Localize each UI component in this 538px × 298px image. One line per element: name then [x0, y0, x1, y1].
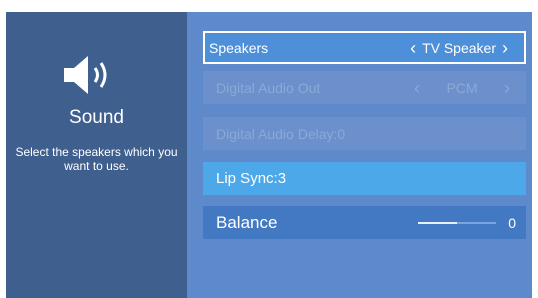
- page-title: Sound: [69, 107, 124, 128]
- balance-slider[interactable]: [418, 221, 497, 224]
- balance-value: 0: [508, 214, 516, 231]
- speakers-value: TV Speaker: [422, 39, 496, 56]
- speakers-setting-row[interactable]: Speakers ‹ TV Speaker ›: [203, 31, 526, 64]
- page-description: Select the speakers which you want to us…: [15, 145, 178, 173]
- balance-row[interactable]: Balance 0: [203, 206, 526, 239]
- left-info-panel: Sound Select the speakers which you want…: [6, 12, 187, 298]
- speaker-volume-icon: [64, 56, 107, 94]
- chevron-left-icon[interactable]: ‹: [404, 39, 422, 57]
- settings-panel: Speakers ‹ TV Speaker › Digital Audio Ou…: [187, 12, 532, 298]
- chevron-left-icon: ‹: [414, 77, 420, 98]
- digital-audio-delay-label: Digital Audio Delay:0: [216, 125, 346, 142]
- chevron-right-icon[interactable]: ›: [496, 39, 514, 57]
- digital-audio-out-label: Digital Audio Out: [216, 79, 321, 96]
- balance-label: Balance: [216, 212, 278, 232]
- lip-sync-row[interactable]: Lip Sync:3: [203, 162, 526, 195]
- sound-settings-window: Sound Select the speakers which you want…: [6, 12, 532, 298]
- balance-slider-fill: [418, 221, 458, 224]
- speakers-label: Speakers: [209, 39, 269, 56]
- chevron-right-icon: ›: [504, 77, 510, 98]
- digital-audio-delay-row: Digital Audio Delay:0: [203, 117, 526, 150]
- digital-audio-out-value: PCM: [446, 79, 478, 96]
- lip-sync-label: Lip Sync:3: [216, 170, 287, 187]
- digital-audio-out-row: Digital Audio Out ‹ PCM ›: [203, 71, 526, 104]
